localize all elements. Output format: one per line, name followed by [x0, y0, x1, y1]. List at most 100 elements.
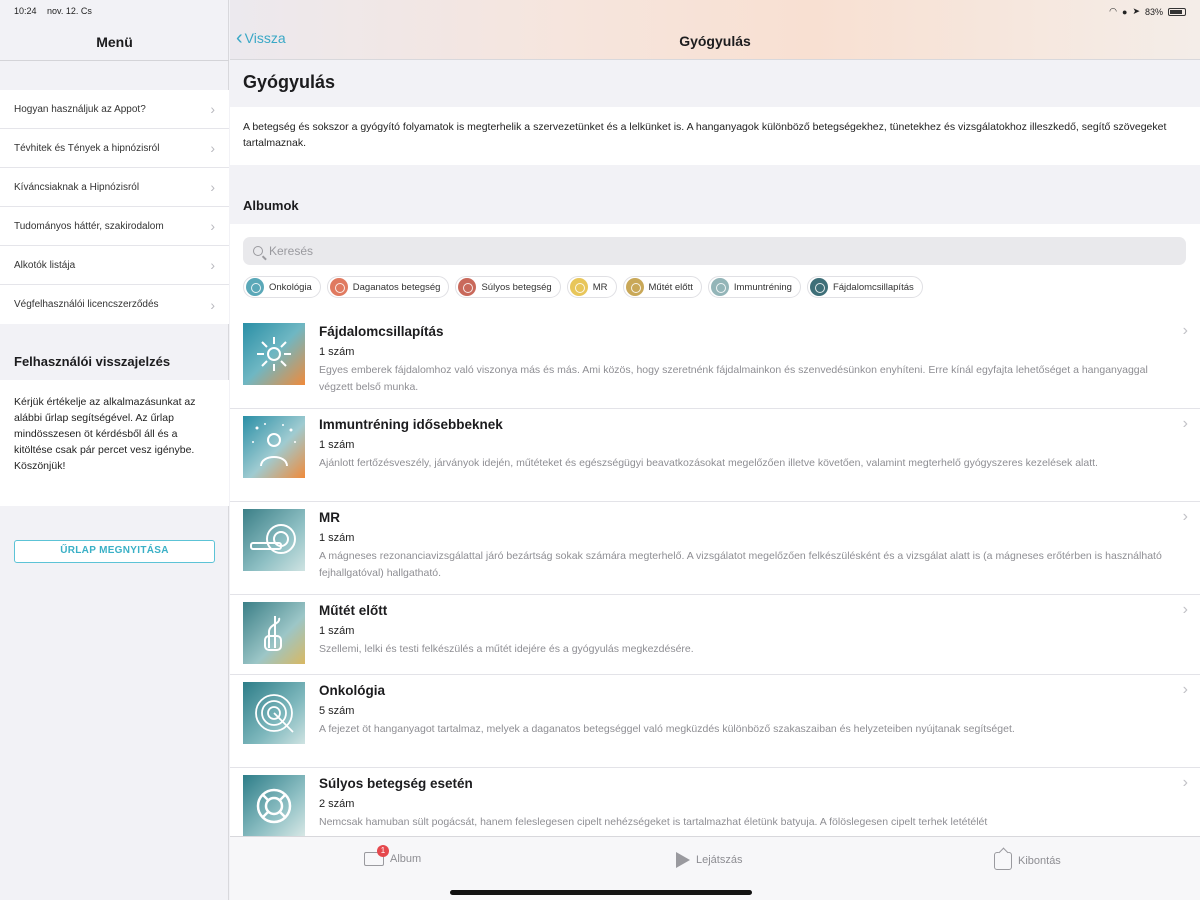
album-title: Onkológia [319, 683, 386, 698]
album-description: A fejezet öt hanganyagot tartalmaz, mely… [319, 723, 1015, 735]
album-track-count: 2 szám [319, 798, 355, 810]
play-button[interactable]: Lejátszás [676, 852, 742, 868]
chip-label: Daganatos betegség [352, 281, 441, 293]
status-bar-left: 10:24 nov. 12. Cs [14, 6, 100, 16]
album-list: Fájdalomcsillapítás 1 szám Egyes emberek… [230, 316, 1200, 836]
feedback-text: Kérjük értékelje az alkalmazásunkat az a… [0, 380, 229, 506]
sidebar: 10:24 nov. 12. Cs Menü Hogyan használjuk… [0, 0, 229, 900]
chip-dot-icon [458, 278, 477, 296]
page-description: A betegség és sokszor a gyógyító folyama… [230, 107, 1200, 165]
person-sparkle-icon [243, 416, 305, 478]
chip-immuntrening[interactable]: Immuntréning [707, 276, 801, 298]
spiral-target-icon [243, 682, 305, 744]
chip-label: Fájdalomcsillapítás [832, 281, 914, 293]
album-row[interactable]: Súlyos betegség esetén 2 szám Nemcsak ha… [230, 768, 1200, 836]
album-title: Immuntréning idősebbeknek [319, 417, 503, 432]
album-track-count: 1 szám [319, 439, 355, 451]
feedback-title: Felhasználói visszajelzés [14, 354, 171, 369]
chip-daganatos-betegseg[interactable]: Daganatos betegség [326, 276, 450, 298]
chevron-right-icon: › [1182, 508, 1188, 525]
filter-chips: Onkológia Daganatos betegség Súlyos bete… [243, 276, 923, 298]
chevron-right-icon: › [1182, 322, 1188, 339]
chip-dot-icon [710, 278, 729, 296]
menu-item-tudomanyos[interactable]: Tudományos háttér, szakirodalom › [0, 207, 229, 246]
chip-label: Onkológia [269, 281, 312, 293]
chip-label: Súlyos betegség [481, 281, 552, 293]
sidebar-title: Menü [96, 34, 133, 50]
chip-fajdalomcsillapitas[interactable]: Fájdalomcsillapítás [806, 276, 923, 298]
album-tab-button[interactable]: 1 Album [364, 845, 421, 866]
chevron-right-icon: › [210, 296, 215, 313]
chip-dot-icon [329, 278, 348, 296]
status-time: 10:24 [14, 6, 37, 16]
chevron-right-icon: › [210, 140, 215, 156]
album-row[interactable]: Műtét előtt 1 szám Szellemi, lelki és te… [230, 595, 1200, 675]
album-track-count: 1 szám [319, 625, 355, 637]
album-row[interactable]: MR 1 szám A mágneses rezonanciavizsgálat… [230, 502, 1200, 595]
chip-mutet-elott[interactable]: Műtét előtt [622, 276, 702, 298]
menu-item-label: Végfelhasználói licencszerződés [14, 299, 159, 310]
chevron-right-icon: › [210, 101, 215, 117]
menu-item-label: Alkotók listája [14, 259, 76, 271]
menu-item-label: Tévhitek és Tények a hipnózisról [14, 142, 160, 154]
menu-item-tevhitek[interactable]: Tévhitek és Tények a hipnózisról › [0, 129, 229, 168]
chevron-right-icon: › [210, 179, 215, 195]
expand-button[interactable]: Kibontás [994, 852, 1061, 870]
nav-title: Gyógyulás [679, 33, 751, 49]
chip-sulyos-betegseg[interactable]: Súlyos betegség [455, 276, 561, 298]
play-label: Lejátszás [696, 854, 743, 866]
bottom-toolbar: 1 Album Lejátszás Kibontás [230, 836, 1200, 900]
chip-label: Műtét előtt [648, 281, 693, 293]
chip-label: Immuntréning [733, 281, 792, 293]
menu-item-label: Hogyan használjuk az Appot? [14, 103, 146, 115]
chip-label: MR [592, 281, 608, 293]
divider [0, 60, 229, 61]
location-icon: ➤ [1132, 6, 1140, 16]
album-track-count: 1 szám [319, 346, 355, 358]
search-icon [253, 246, 263, 256]
menu-item-kivancsiaknak[interactable]: Kíváncsiaknak a Hipnózisról › [0, 168, 229, 207]
life-buoy-icon [243, 775, 305, 836]
chip-dot-icon [625, 278, 644, 296]
menu-item-alkotok[interactable]: Alkotók listája › [0, 246, 229, 285]
chip-dot-icon [809, 278, 828, 296]
open-form-button[interactable]: ŰRLAP MEGNYITÁSA [14, 540, 215, 563]
album-row[interactable]: Fájdalomcsillapítás 1 szám Egyes emberek… [230, 316, 1200, 409]
chip-mr[interactable]: MR [566, 276, 617, 298]
wifi-icon: ◠ [1109, 6, 1117, 16]
chevron-right-icon: › [1182, 681, 1188, 698]
menu-list: Hogyan használjuk az Appot? › Tévhitek é… [0, 90, 229, 324]
album-icon: 1 [364, 845, 389, 866]
album-row[interactable]: Onkológia 5 szám A fejezet öt hanganyago… [230, 675, 1200, 768]
album-title: MR [319, 510, 340, 525]
chip-dot-icon [246, 278, 264, 296]
home-indicator[interactable] [450, 890, 752, 895]
menu-item-label: Tudományos háttér, szakirodalom [14, 220, 164, 232]
album-description: A mágneses rezonanciavizsgálattal járó b… [319, 550, 1162, 579]
mri-scanner-icon [243, 509, 305, 571]
menu-item-label: Kíváncsiaknak a Hipnózisról [14, 181, 140, 193]
chevron-right-icon: › [210, 218, 215, 234]
chip-onkologia[interactable]: Onkológia [243, 276, 321, 298]
album-description: Szellemi, lelki és testi felkészülés a m… [319, 643, 694, 655]
sun-burst-icon [243, 323, 305, 385]
menu-item-licenc[interactable]: Végfelhasználói licencszerződés › [0, 285, 229, 324]
search-input[interactable]: Keresés [243, 237, 1186, 265]
crossed-fingers-icon [243, 602, 305, 664]
album-title: Fájdalomcsillapítás [319, 324, 444, 339]
page-title: Gyógyulás [243, 72, 336, 92]
status-bar-right: ◠ ● ➤ 83% [1109, 6, 1186, 17]
chip-dot-icon [569, 278, 588, 296]
nav-bar: ◠ ● ➤ 83% ‹ Vissza Gyógyulás [230, 0, 1200, 60]
expand-icon [994, 852, 1012, 870]
expand-label: Kibontás [1018, 855, 1061, 867]
battery-percent: 83% [1144, 6, 1163, 17]
status-date: nov. 12. Cs [47, 6, 92, 16]
album-title: Műtét előtt [319, 603, 388, 618]
menu-item-hogyan[interactable]: Hogyan használjuk az Appot? › [0, 90, 229, 129]
album-description: Egyes emberek fájdalomhoz való viszonya … [319, 364, 1148, 393]
chevron-right-icon: › [1182, 415, 1188, 432]
album-row[interactable]: Immuntréning idősebbeknek 1 szám Ajánlot… [230, 409, 1200, 502]
albums-panel: Keresés Onkológia Daganatos betegség Súl… [230, 224, 1200, 836]
album-description: Ajánlott fertőzésveszély, járványok idej… [319, 457, 1098, 469]
